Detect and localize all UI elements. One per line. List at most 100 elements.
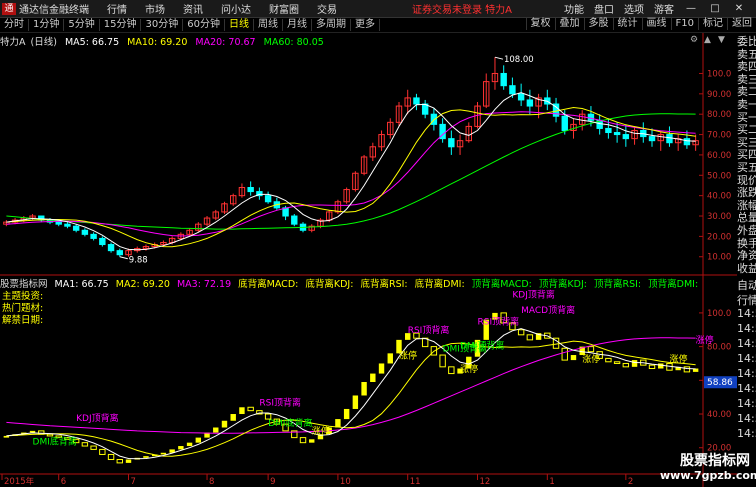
ind-bar xyxy=(378,363,385,374)
ind-bar xyxy=(570,355,577,361)
menu-gongneng[interactable]: 功能 xyxy=(564,1,584,16)
menu-hangqing[interactable]: 行情 xyxy=(107,1,127,16)
menu-shichang[interactable]: 市场 xyxy=(145,1,165,16)
signal-annotation: 涨停 xyxy=(696,334,714,346)
ind-bar xyxy=(526,334,534,341)
price-tag-label: 58.86 xyxy=(707,378,733,388)
ind-bar xyxy=(213,427,219,433)
menu-caifuquan[interactable]: 财富圈 xyxy=(269,1,299,16)
ind-bar xyxy=(605,357,612,363)
quote-label: 收益 xyxy=(737,261,756,275)
signal-annotation: MACD顶背离 xyxy=(521,304,575,316)
high-price-label: 108.00 xyxy=(504,55,534,65)
minimize-icon[interactable]: — xyxy=(684,2,698,16)
candle-body xyxy=(448,138,455,148)
ind-bar xyxy=(517,329,525,336)
ind-y-tick-label: 40.00 xyxy=(707,410,731,420)
ind-ma1-line xyxy=(6,328,696,460)
main-y-tick-label: 50.00 xyxy=(707,171,731,181)
tick-time-label: 14:5 xyxy=(737,412,756,425)
app-logo-icon: 通 xyxy=(2,2,16,15)
signal-annotation: RSI顶背离 xyxy=(478,316,520,328)
login-notice[interactable]: 证券交易未登录 特力A xyxy=(412,1,512,16)
x-tick-label: 11 xyxy=(410,477,421,487)
candle-body xyxy=(587,113,595,121)
menu-wenxiaoda[interactable]: 问小达 xyxy=(221,1,251,16)
main-y-tick-label: 40.00 xyxy=(707,192,731,202)
candle-body xyxy=(99,237,106,246)
x-tick-label: 9 xyxy=(270,477,275,487)
tool-fuquan[interactable]: 复权 xyxy=(525,18,555,30)
tool-diejia[interactable]: 叠加 xyxy=(554,18,584,30)
title-right: 功能 盘口 选项 游客 — □ ✕ xyxy=(564,0,756,17)
high-pointer xyxy=(494,56,504,60)
period-30min[interactable]: 30分钟 xyxy=(141,19,184,31)
x-tick-label: 12 xyxy=(480,477,491,487)
right-quote-panel: 委比 卖五 卖四 卖三 卖二 卖一 买一 买二 买三 买四 买五 现价 涨跌 涨幅 总量 外盘 换手 净资 收益 自动… xyxy=(737,33,756,487)
tool-huaxian[interactable]: 画线 xyxy=(641,18,671,30)
period-daily[interactable]: 日线 xyxy=(225,19,254,31)
ind-bar xyxy=(116,459,123,464)
period-more[interactable]: 更多 xyxy=(351,19,380,31)
main-y-tick-label: 30.00 xyxy=(707,212,731,222)
ind-bar xyxy=(46,433,54,437)
period-fenshi[interactable]: 分时 xyxy=(0,19,29,31)
watermark-title: 股票指标网 xyxy=(680,453,750,469)
tool-duogu[interactable]: 多股 xyxy=(583,18,613,30)
x-tick-label: 10 xyxy=(340,477,351,487)
menu-zixun[interactable]: 资讯 xyxy=(183,1,203,16)
tool-tongji[interactable]: 统计 xyxy=(612,18,642,30)
period-multi[interactable]: 多周期 xyxy=(312,19,351,31)
candle-body xyxy=(561,115,568,131)
candle-body xyxy=(291,215,298,225)
main-y-tick-label: 100.0 xyxy=(707,69,731,79)
ind-bar xyxy=(658,363,664,369)
period-15min[interactable]: 15分钟 xyxy=(100,19,142,31)
tick-time-label: 14:5 xyxy=(737,307,756,320)
tick-time-label: 14:5 xyxy=(737,322,756,335)
low-pointer xyxy=(119,256,128,260)
ind-bar xyxy=(387,353,393,364)
ind-bar xyxy=(613,361,621,364)
period-weekly[interactable]: 周线 xyxy=(254,19,283,31)
candle-body xyxy=(264,195,272,203)
tick-time-label: 14:5 xyxy=(737,382,756,395)
candle-body xyxy=(517,93,525,101)
ind-bar xyxy=(448,366,455,375)
close-icon[interactable]: ✕ xyxy=(732,2,746,16)
x-tick-label: 6 xyxy=(61,477,66,487)
main-y-tick-label: 60.00 xyxy=(707,151,731,161)
signal-annotation: KDJ顶背离 xyxy=(76,412,119,424)
menu-xuanxiang[interactable]: 选项 xyxy=(624,1,644,16)
period-60min[interactable]: 60分钟 xyxy=(183,19,225,31)
x-tick-label: 8 xyxy=(209,477,214,487)
period-5min[interactable]: 5分钟 xyxy=(64,19,100,31)
main-y-tick-label: 10.00 xyxy=(707,253,731,263)
period-1min[interactable]: 1分钟 xyxy=(29,19,65,31)
candle-body xyxy=(247,187,254,193)
ind-bar xyxy=(299,437,307,444)
ind-bar xyxy=(29,430,36,433)
candle-body xyxy=(622,134,630,140)
menu-youke[interactable]: 游客 xyxy=(654,1,674,16)
ind-bar xyxy=(439,354,446,368)
menu-jiaoyi[interactable]: 交易 xyxy=(317,1,337,16)
tick-time-label: 14:5 xyxy=(737,367,756,380)
candle-body xyxy=(81,229,89,235)
tool-fanhui[interactable]: 返回 xyxy=(727,18,756,30)
signal-annotation: DMI底背离 xyxy=(33,435,77,447)
ind-bar xyxy=(143,456,149,458)
ind-bar xyxy=(561,347,568,361)
candle-body xyxy=(526,99,534,107)
x-tick-label: 7 xyxy=(131,477,136,487)
ind-bar xyxy=(247,406,254,412)
ind-bar xyxy=(309,439,315,443)
kline-chart[interactable]: 100.0 90.00 80.00 70.00 60.00 50.00 40.00 30.00… xyxy=(0,33,737,487)
signal-annotation: 涨停 xyxy=(399,349,417,361)
ind-y-tick-label: 100.0 xyxy=(707,309,731,319)
menu-pankou[interactable]: 盘口 xyxy=(594,1,614,16)
maximize-icon[interactable]: □ xyxy=(708,2,722,16)
period-monthly[interactable]: 月线 xyxy=(283,19,312,31)
tool-f10[interactable]: F10 xyxy=(670,18,698,30)
tool-biaoji[interactable]: 标记 xyxy=(698,18,727,30)
